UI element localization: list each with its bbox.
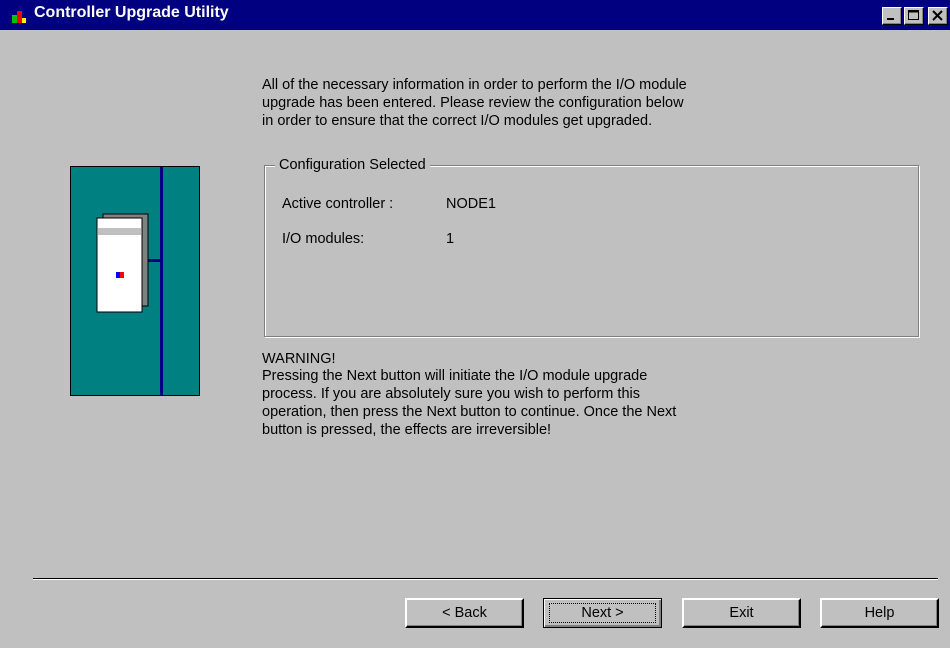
configuration-legend: Configuration Selected — [275, 155, 430, 175]
maximize-icon — [908, 10, 919, 20]
app-icon — [12, 11, 26, 23]
active-controller-label: Active controller : — [282, 196, 394, 212]
io-modules-value: 1 — [446, 231, 455, 247]
minimize-icon — [887, 18, 894, 20]
active-controller-value: NODE1 — [446, 196, 496, 212]
controller-upgrade-window: Controller Upgrade Utility All of the ne… — [0, 0, 950, 648]
controller-cabinet-icon — [70, 166, 200, 396]
help-button[interactable]: Help — [820, 598, 939, 628]
exit-button[interactable]: Exit — [682, 598, 801, 628]
maximize-button[interactable] — [904, 7, 924, 25]
next-button-label: Next > — [549, 603, 656, 623]
close-button[interactable] — [928, 7, 948, 25]
io-modules-label: I/O modules: — [282, 231, 365, 247]
next-button[interactable]: Next > — [543, 598, 662, 628]
close-icon — [932, 10, 943, 21]
intro-text: All of the necessary information in orde… — [262, 77, 687, 129]
back-button[interactable]: < Back — [405, 598, 524, 628]
warning-text: Pressing the Next button will initiate t… — [262, 368, 677, 438]
window-title: Controller Upgrade Utility — [34, 4, 229, 21]
minimize-button[interactable] — [882, 7, 902, 25]
button-separator — [33, 578, 938, 580]
configuration-groupbox — [264, 165, 919, 337]
title-bar[interactable]: Controller Upgrade Utility — [0, 0, 950, 30]
warning-title: WARNING! — [262, 351, 336, 367]
